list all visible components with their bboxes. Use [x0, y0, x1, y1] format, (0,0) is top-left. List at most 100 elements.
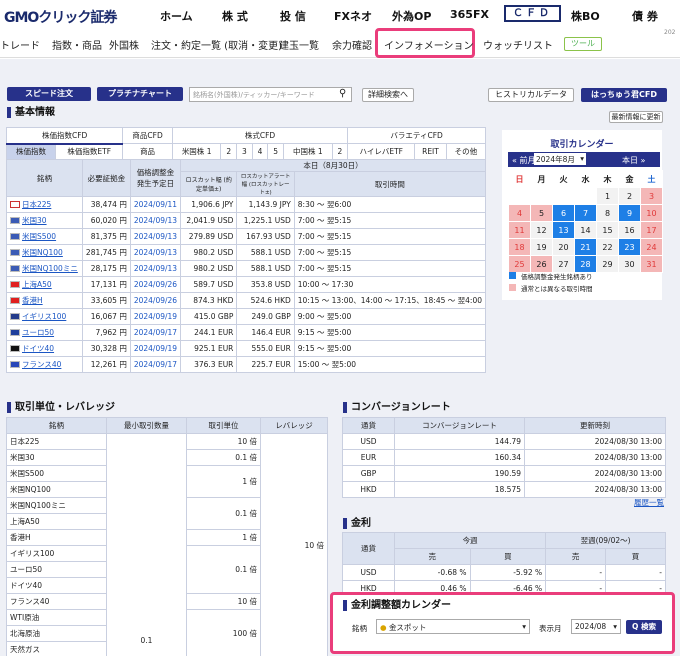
nav-365fx[interactable]: 365FX — [450, 8, 489, 21]
historical-data-button[interactable]: ヒストリカルデータ — [488, 88, 574, 102]
symbol-link[interactable]: 米国NQ100 — [22, 248, 63, 257]
subtab-china-1[interactable]: 中国株 1 — [282, 143, 333, 160]
subnav-information[interactable]: インフォメーション — [384, 37, 474, 52]
calendar-day[interactable]: 6 — [552, 204, 575, 222]
tab-stock-cfd[interactable]: 株式CFD — [171, 127, 349, 144]
calendar-day[interactable]: 3 — [640, 187, 663, 205]
nav-stock[interactable]: 株 式 — [222, 8, 248, 24]
tab-variety-cfd[interactable]: バラエティCFD — [347, 127, 486, 144]
subnav-positions[interactable]: 建玉一覧 — [279, 37, 319, 52]
calendar-day[interactable]: 15 — [596, 221, 619, 239]
nav-fxneo[interactable]: FXネオ — [334, 8, 372, 24]
search-input[interactable]: 銘柄名(外国株)/ティッカー/キーワード — [189, 87, 352, 102]
subtab-us-1[interactable]: 米国株 1 — [171, 143, 222, 160]
calendar-today-link[interactable]: 本日 » — [622, 155, 645, 166]
speed-order-button[interactable]: スピード注文 — [7, 87, 91, 101]
calendar-day[interactable]: 8 — [596, 204, 619, 222]
subtab-commodity[interactable]: 商品 — [122, 143, 173, 160]
calendar-day[interactable]: 9 — [618, 204, 641, 222]
calendar-day[interactable]: 19 — [530, 238, 553, 256]
calendar-day[interactable] — [552, 187, 575, 205]
subtab-other[interactable]: その他 — [445, 143, 487, 160]
subnav-foreign-stock[interactable]: 外国株 — [109, 37, 139, 52]
subtab-china-2[interactable]: 2 — [331, 143, 349, 160]
calendar-day[interactable]: 25 — [508, 255, 531, 273]
calendar-day[interactable]: 2 — [618, 187, 641, 205]
calendar-day[interactable]: 21 — [574, 238, 597, 256]
subtab-us-2[interactable]: 2 — [220, 143, 238, 160]
calendar-day[interactable] — [574, 187, 597, 205]
calendar-day[interactable]: 1 — [596, 187, 619, 205]
calendar-day[interactable]: 17 — [640, 221, 663, 239]
history-link[interactable]: 履歴一覧 — [634, 497, 664, 508]
detail-search-button[interactable]: 詳細検索へ — [362, 88, 414, 102]
calendar-day[interactable] — [530, 187, 553, 205]
subnav-orders[interactable]: 注文・約定一覧 (取消・変更) — [151, 37, 282, 52]
calendar-day[interactable]: 14 — [574, 221, 597, 239]
tool-button[interactable]: ツール — [564, 37, 602, 51]
nav-kabu-bo[interactable]: 株BO — [571, 8, 600, 24]
calendar-day[interactable]: 10 — [640, 204, 663, 222]
calendar-day[interactable] — [508, 187, 531, 205]
subnav-index-commodity[interactable]: 指数・商品 — [52, 37, 102, 52]
nav-fund[interactable]: 投 信 — [280, 8, 306, 24]
subnav-watchlist[interactable]: ウォッチリスト — [483, 37, 553, 52]
calendar-day[interactable]: 11 — [508, 221, 531, 239]
calendar-day[interactable]: 7 — [574, 204, 597, 222]
calendar-day[interactable]: 16 — [618, 221, 641, 239]
calendar-day[interactable]: 26 — [530, 255, 553, 273]
calendar-day[interactable]: 30 — [618, 255, 641, 273]
refresh-button[interactable]: 最新情報に更新 — [609, 111, 663, 123]
search-icon[interactable]: ⚲ — [339, 88, 346, 99]
symbol-link[interactable]: 米国30 — [22, 216, 47, 225]
subnav-margin[interactable]: 余力確認 — [332, 37, 372, 52]
nav-bond[interactable]: 債 券 — [632, 8, 658, 24]
calendar-day[interactable]: 12 — [530, 221, 553, 239]
month-select[interactable]: 2024/08 ▾ — [571, 619, 621, 634]
symbol-link[interactable]: 米国S500 — [22, 232, 56, 241]
symbol-link[interactable]: イギリス100 — [22, 312, 66, 321]
nav-home[interactable]: ホーム — [160, 8, 193, 24]
subtab-reit[interactable]: REIT — [414, 143, 447, 160]
adjust-date-cell: 2024/09/13 — [129, 228, 182, 245]
subtab-hilev-etf[interactable]: ハイレバETF — [347, 143, 416, 160]
subnav-trade[interactable]: トレード — [0, 37, 40, 52]
hacchu-cfd-button[interactable]: はっちゅう君CFD — [581, 88, 667, 102]
search-button[interactable]: Q 検索 — [626, 620, 662, 634]
calendar-day[interactable]: 27 — [552, 255, 575, 273]
nav-gaitame-op[interactable]: 外為OP — [392, 8, 431, 24]
subtab-us-3[interactable]: 3 — [236, 143, 253, 160]
symbol-select[interactable]: ● 金スポット ▾ — [376, 619, 530, 634]
calendar-day[interactable]: 13 — [552, 221, 575, 239]
logo[interactable]: GMOクリック証券 — [4, 7, 117, 27]
symbol-link[interactable]: フランス40 — [22, 360, 61, 369]
calendar-day[interactable]: 23 — [618, 238, 641, 256]
lev-symbol-cell: 天然ガス — [6, 641, 107, 656]
symbol-link[interactable]: ドイツ40 — [22, 344, 54, 353]
platinum-chart-button[interactable]: プラチナチャート — [97, 87, 183, 101]
calendar-day[interactable]: 5 — [530, 204, 553, 222]
subtab-us-5[interactable]: 5 — [267, 143, 284, 160]
calendar-prev-link[interactable]: « 前月 — [512, 155, 535, 166]
calendar-day[interactable]: 31 — [640, 255, 663, 273]
calendar-day[interactable]: 28 — [574, 255, 597, 273]
symbol-link[interactable]: ユーロ50 — [22, 328, 54, 337]
tab-commodity-cfd[interactable]: 商品CFD — [122, 127, 173, 144]
subtab-index[interactable]: 株価指数 — [5, 143, 57, 160]
lev-unit-cell: 0.1 倍 — [186, 449, 261, 466]
subtab-index-etf[interactable]: 株価指数ETF — [55, 143, 124, 160]
symbol-link[interactable]: 香港H — [22, 296, 43, 305]
calendar-month-select[interactable]: 2024年8月 ▾ — [534, 153, 586, 165]
subtab-us-4[interactable]: 4 — [251, 143, 269, 160]
nav-cfd[interactable]: ＣＦＤ — [504, 5, 561, 22]
symbol-link[interactable]: 上海A50 — [22, 280, 52, 289]
calendar-day[interactable]: 29 — [596, 255, 619, 273]
symbol-link[interactable]: 米国NQ100ミニ — [22, 264, 78, 273]
calendar-day[interactable]: 20 — [552, 238, 575, 256]
calendar-day[interactable]: 22 — [596, 238, 619, 256]
symbol-link[interactable]: 日本225 — [22, 200, 51, 209]
calendar-day[interactable]: 4 — [508, 204, 531, 222]
calendar-day[interactable]: 18 — [508, 238, 531, 256]
calendar-day[interactable]: 24 — [640, 238, 663, 256]
tab-index-cfd[interactable]: 株価指数CFD — [5, 127, 124, 145]
